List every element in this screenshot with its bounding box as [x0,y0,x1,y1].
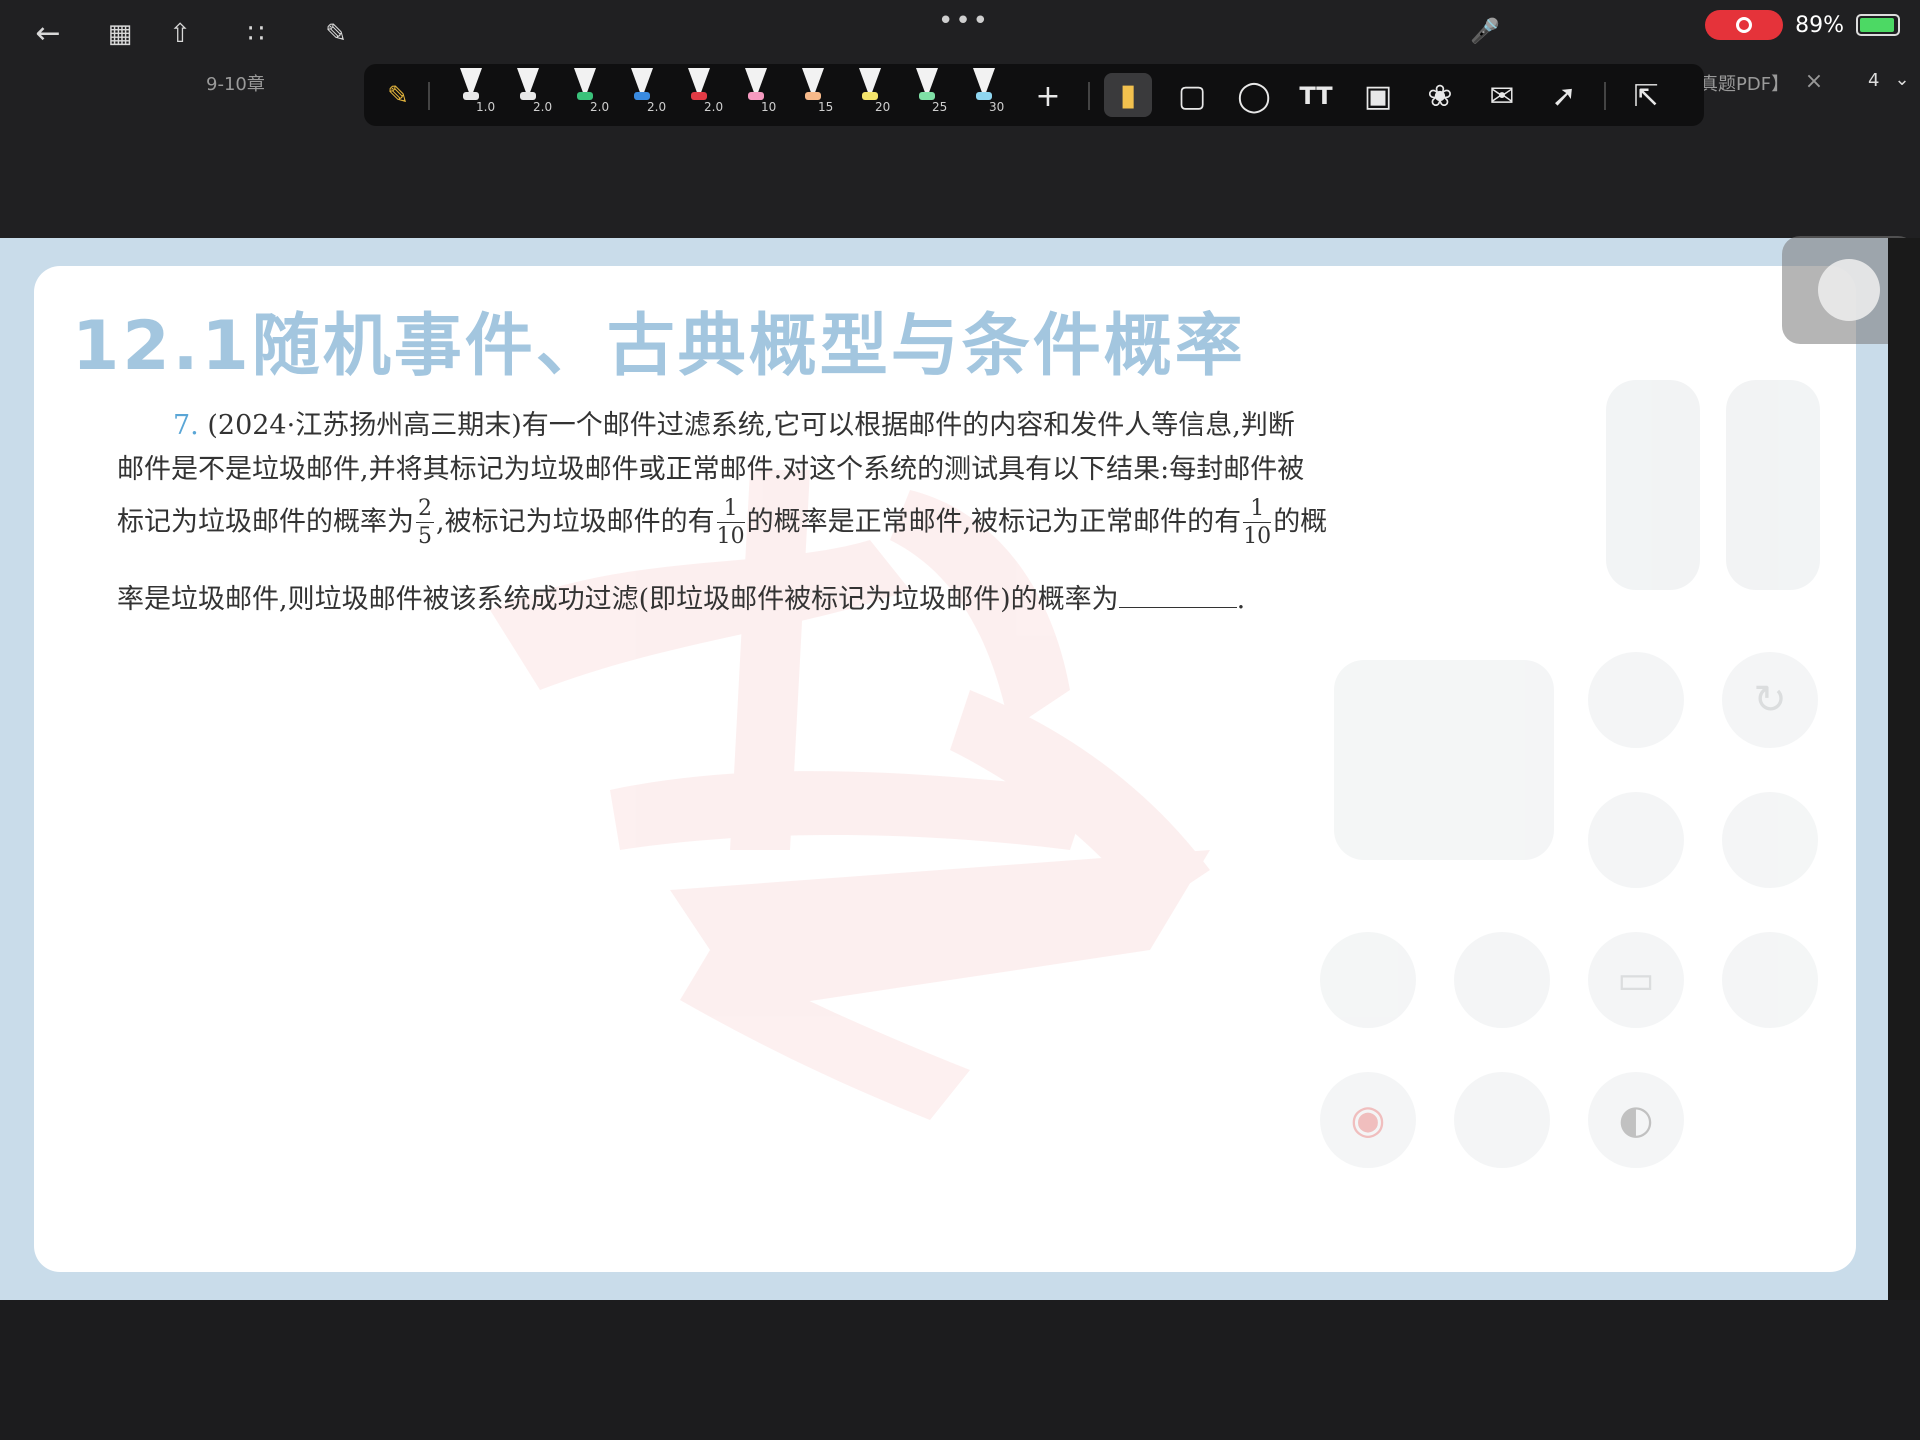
control-toggle[interactable] [1588,652,1684,748]
chevron-down-icon[interactable]: ⌄ [1890,66,1914,94]
section-heading: 12.1随机事件、古典概型与条件概率 [72,307,1246,386]
control-toggle[interactable] [1454,932,1550,1028]
pen-preset-8[interactable]: 20 [855,68,890,122]
volume-slider[interactable] [1726,380,1820,590]
control-toggle[interactable] [1454,1072,1550,1168]
battery-mode-icon[interactable]: ▭ [1588,932,1684,1028]
control-toggle[interactable] [1588,792,1684,888]
problem-text-4: 率是垃圾邮件,则垃圾邮件被该系统成功过滤(即垃圾邮件被标记为垃圾邮件)的概率为 [117,584,1119,615]
control-center-overlay: ↻ ▭ ◉ ◐ [1320,240,1920,1200]
pen-size-label: 20 [875,100,891,114]
problem-line-4: 率是垃圾邮件,则垃圾邮件被该系统成功过滤(即垃圾邮件被标记为垃圾邮件)的概率为. [117,582,1245,613]
close-tab-icon[interactable]: × [1800,68,1828,96]
pen-color-swatch [805,92,821,100]
pen-color-swatch [691,92,707,100]
pen-color-swatch [520,92,536,100]
problem-line-2: 邮件是不是垃圾邮件,并将其标记为垃圾邮件或正常邮件.对这个系统的测试具有以下结果… [117,454,1305,485]
pen-color-swatch [976,92,992,100]
pen-preset-3[interactable]: 2.0 [570,68,609,122]
battery-icon [1856,14,1900,36]
pen-size-label: 2.0 [533,100,553,114]
answer-blank[interactable] [1118,582,1237,608]
share-icon[interactable]: ⇧ [160,14,200,54]
back-arrow-icon[interactable]: ← [28,14,68,54]
problem-text-1: (2024·江苏扬州高三期末)有一个邮件过滤系统,它可以根据邮件的内容和发件人等… [207,410,1295,441]
pen-size-label: 25 [932,100,948,114]
pen-color-swatch [862,92,878,100]
right-edge-strip [1888,238,1920,1300]
pen-color-swatch [919,92,935,100]
laser-pointer-icon[interactable]: ➚ [1544,76,1584,116]
toolbar-divider [428,82,430,110]
rectangle-shape-icon[interactable]: ▢ [1172,76,1212,116]
screen-record-toggle-icon[interactable]: ◉ [1320,1072,1416,1168]
pen-preset-4[interactable]: 2.0 [627,68,666,122]
status-area: 89% [1705,10,1900,40]
edit-layer-icon[interactable]: ✎ [316,14,356,54]
lasso-icon[interactable]: ◯ [1234,76,1274,116]
bottom-bar [0,1300,1920,1440]
pen-color-swatch [463,92,479,100]
pen-size-label: 2.0 [704,100,724,114]
pen-color-swatch [577,92,593,100]
eraser-icon[interactable]: ▮ [1104,73,1152,117]
apps-icon[interactable]: ∷ [236,14,276,54]
fraction-1-10-a: 1 10 [716,496,745,549]
pen-preset-9[interactable]: 25 [912,68,947,122]
pen-preset-2[interactable]: 2.0 [513,68,552,122]
control-toggle[interactable] [1722,932,1818,1028]
text-tool-icon[interactable]: TT [1296,76,1336,116]
toolbar-divider [1088,82,1090,110]
add-pen-icon[interactable]: + [1028,76,1068,116]
more-dots[interactable]: ••• [938,6,990,36]
problem-number: 7. [173,410,199,441]
control-toggle[interactable] [1722,792,1818,888]
pen-preset-6[interactable]: 10 [741,68,776,122]
microphone-icon[interactable]: 🎤 [1468,14,1502,48]
pen-preset-10[interactable]: 30 [969,68,1004,122]
toolbar-divider [1604,82,1606,110]
pen-color-swatch [748,92,764,100]
screen-record-icon[interactable] [1705,10,1784,40]
sticker-icon[interactable]: ❀ [1420,76,1460,116]
pen-size-label: 10 [761,100,777,114]
pen-settings-icon[interactable]: ✎ [378,76,418,116]
collapse-toolbar-icon[interactable]: ⇱ [1626,76,1666,116]
battery-percent: 89% [1795,12,1844,38]
problem-text-3c: 的概率是正常邮件,被标记为正常邮件的有 [746,506,1242,538]
problem-line-1: 7. (2024·江苏扬州高三期末)有一个邮件过滤系统,它可以根据邮件的内容和发… [173,412,1295,439]
fraction-1-10-b: 1 10 [1243,496,1272,549]
brightness-slider[interactable] [1606,380,1700,590]
pen-preset-7[interactable]: 15 [798,68,833,122]
problem-line-3: 标记为垃圾邮件的概率为 2 5 ,被标记为垃圾邮件的有 1 10 的概率是正常邮件,被标记为… [117,498,1327,548]
pen-toolbar: ✎ 1.0 2.0 2.0 2.0 2.0 10 15 20 25 30 + ▮ ▢ ◯ TT ▣… [364,64,1704,126]
document-tab-left[interactable]: 9-10章 [206,70,265,96]
dark-mode-icon[interactable]: ◐ [1588,1072,1684,1168]
media-panel[interactable] [1334,660,1554,860]
control-toggle[interactable] [1320,932,1416,1028]
image-insert-icon[interactable]: ▣ [1358,76,1398,116]
pen-size-label: 2.0 [590,100,610,114]
problem-text-3b: ,被标记为垃圾邮件的有 [436,506,715,538]
grid-view-icon[interactable]: ▦ [100,14,140,54]
problem-text-4-end: . [1236,584,1246,615]
pen-color-swatch [634,92,650,100]
fraction-2-5: 25 [416,496,434,549]
pen-preset-5[interactable]: 2.0 [684,68,723,122]
pen-size-label: 2.0 [647,100,667,114]
comment-icon[interactable]: ✉ [1482,76,1522,116]
problem-text-3a: 标记为垃圾邮件的概率为 [117,506,414,538]
pen-size-label: 1.0 [476,100,496,114]
pen-preset-1[interactable]: 1.0 [456,68,495,122]
pen-size-label: 30 [989,100,1005,114]
page-indicator[interactable]: 4 [1868,70,1879,91]
screen-rotation-icon[interactable]: ↻ [1722,652,1818,748]
pen-size-label: 15 [818,100,834,114]
document-tab-right[interactable]: 真题PDF】 [1700,70,1789,96]
